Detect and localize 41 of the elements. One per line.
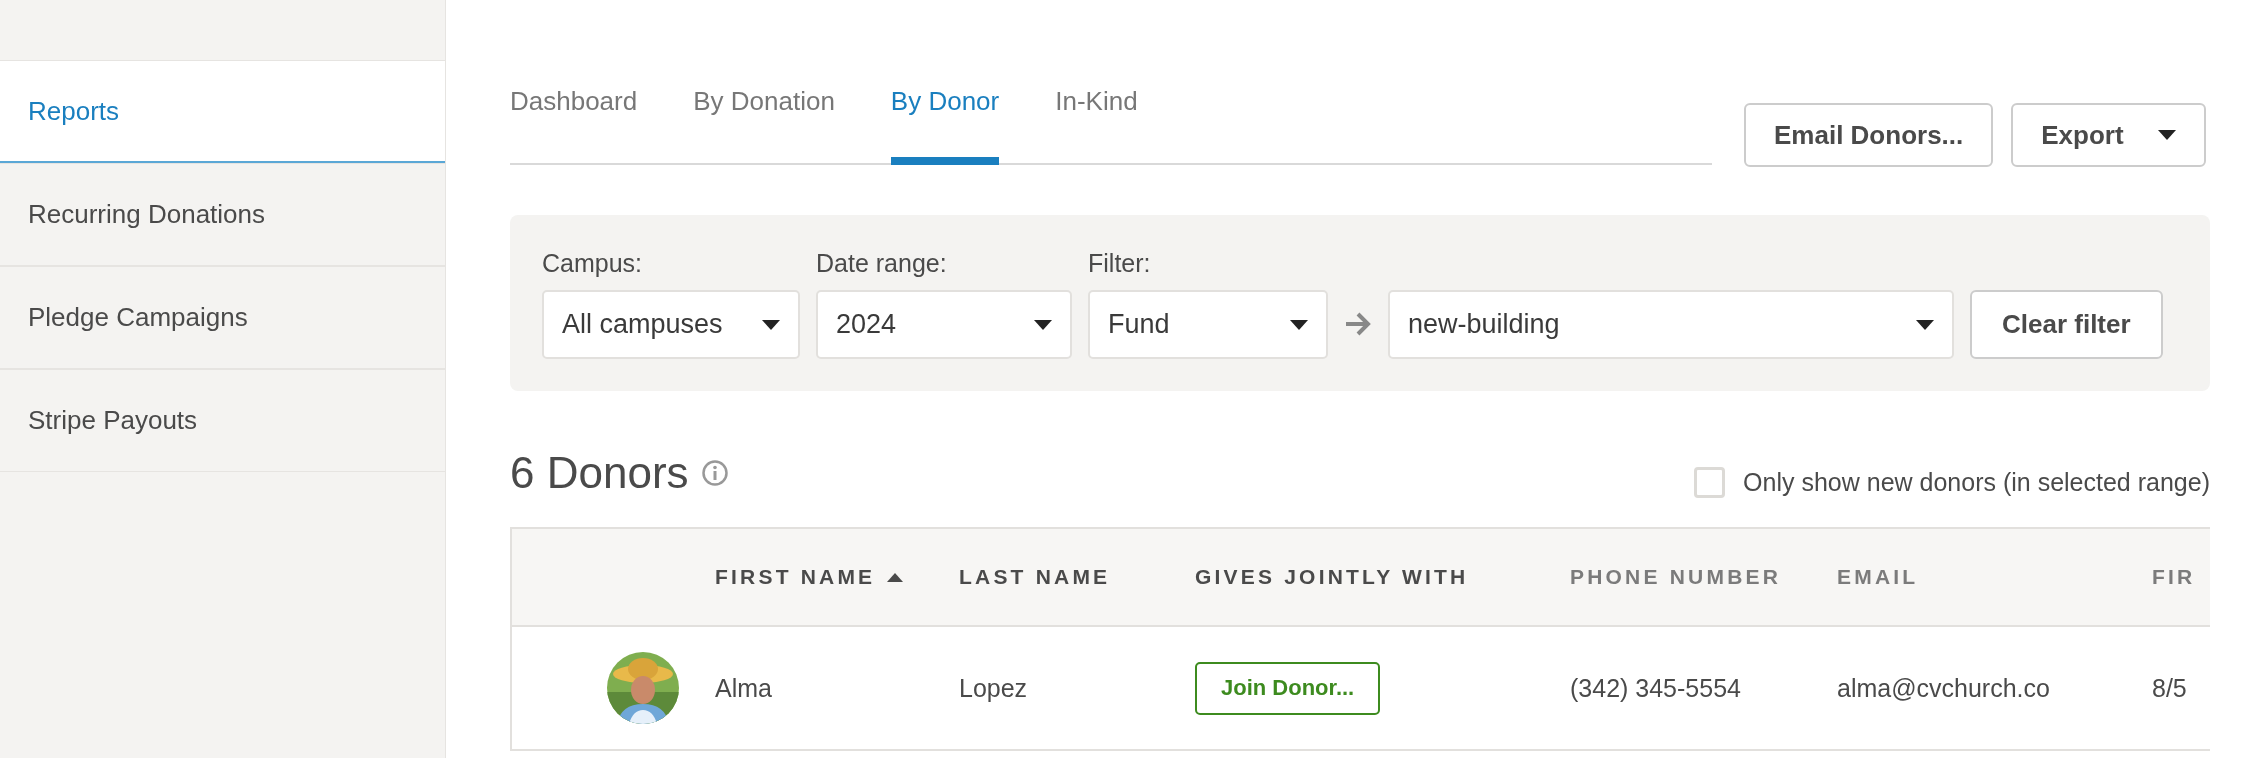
table-cell-text: alma@cvchurch.co bbox=[1837, 673, 2051, 703]
sidebar-item[interactable]: Reports bbox=[0, 60, 445, 163]
checkbox[interactable] bbox=[1694, 466, 1726, 498]
filter-type-select[interactable]: Fund bbox=[1088, 290, 1328, 359]
donor-count-title: 6 Donors bbox=[510, 448, 689, 498]
caret-icon bbox=[1916, 319, 1934, 330]
checkbox-label: Only show new donors (in selected range) bbox=[1743, 467, 2210, 497]
field-label: Date range: bbox=[816, 249, 948, 278]
export-button[interactable]: Export bbox=[2011, 103, 2206, 167]
tab[interactable]: By Donation bbox=[693, 86, 835, 165]
field-label: Campus: bbox=[542, 249, 644, 278]
column-header[interactable]: FIRST NAME bbox=[715, 565, 959, 589]
column-header: FIR bbox=[2152, 565, 2197, 589]
table-cell-text: 8/5 bbox=[2152, 673, 2188, 703]
tab[interactable]: Dashboard bbox=[510, 86, 638, 165]
caret-icon bbox=[1034, 319, 1052, 330]
sidebar-item[interactable]: Pledge Campaigns bbox=[0, 266, 445, 369]
column-header: EMAIL bbox=[1837, 565, 1920, 589]
table-cell-text: Alma bbox=[715, 673, 773, 703]
clear-filter-button[interactable]: Clear filter bbox=[1970, 290, 2163, 359]
date-range-select[interactable]: 2024 bbox=[816, 290, 1072, 359]
field-label: Filter: bbox=[1088, 249, 1152, 278]
sidebar-item[interactable]: Stripe Payouts bbox=[0, 369, 445, 472]
join-donor-button[interactable]: Join Donor... bbox=[1195, 661, 1381, 715]
caret-icon bbox=[1290, 319, 1308, 330]
arrow-right-icon bbox=[1344, 311, 1372, 337]
email-donors-button[interactable]: Email Donors... bbox=[1744, 103, 1994, 167]
table-cell-text: Lopez bbox=[959, 673, 1029, 703]
campus-select[interactable]: All campuses bbox=[542, 290, 800, 359]
fund-value-select[interactable]: new-building bbox=[1388, 290, 1954, 359]
sort-ascending-icon bbox=[887, 572, 904, 582]
info-icon bbox=[700, 459, 729, 487]
caret-icon bbox=[762, 319, 780, 330]
sidebar-item[interactable]: Recurring Donations bbox=[0, 163, 445, 266]
dropdown-caret-icon bbox=[2157, 130, 2176, 140]
tab[interactable]: In-Kind bbox=[1055, 86, 1138, 165]
column-header: PHONE NUMBER bbox=[1570, 565, 1783, 589]
column-header[interactable]: GIVES JOINTLY WITH bbox=[1195, 565, 1570, 589]
table-cell-text: (342) 345-5554 bbox=[1570, 673, 1742, 703]
column-header[interactable]: LAST NAME bbox=[959, 565, 1195, 589]
tab[interactable]: By Donor bbox=[890, 86, 1000, 165]
